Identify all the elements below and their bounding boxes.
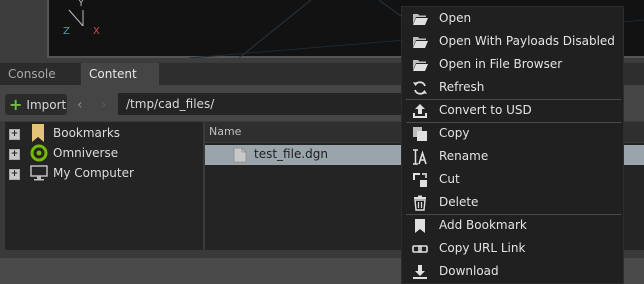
file-icon: [233, 147, 247, 163]
rename-icon: [413, 149, 427, 165]
menu-item-label: Open With Payloads Disabled: [439, 34, 615, 48]
menu-item-refresh[interactable]: Refresh: [402, 76, 623, 99]
menu-item-label: Add Bookmark: [439, 218, 527, 232]
tree-item-label: My Computer: [53, 166, 134, 180]
tree-item-label: Bookmarks: [53, 126, 121, 140]
menu-item-label: Download: [439, 264, 499, 278]
column-header-label: Name: [209, 125, 242, 138]
tree-item-label: Omniverse: [53, 146, 119, 160]
cut-icon: [413, 173, 427, 187]
context-menu: Open Open With Payloads Disabled Open in…: [401, 6, 624, 284]
path-input[interactable]: /tmp/cad_files/: [118, 93, 418, 115]
folder-open-icon: [413, 60, 428, 71]
menu-item-convert-to-usd[interactable]: Convert to USD: [402, 99, 623, 122]
tab-content[interactable]: Content: [81, 63, 159, 85]
download-icon: [413, 265, 427, 279]
menu-item-label: Refresh: [439, 80, 485, 94]
menu-item-label: Convert to USD: [439, 103, 532, 117]
file-name: test_file.dgn: [254, 147, 328, 161]
link-icon: [412, 245, 428, 253]
menu-item-add-bookmark[interactable]: Add Bookmark: [402, 214, 623, 237]
import-button[interactable]: + Import: [5, 94, 67, 115]
axis-x-label: X: [93, 26, 100, 37]
axis-y-label: Y: [78, 0, 85, 9]
menu-item-label: Copy: [439, 126, 470, 140]
plus-icon: +: [9, 94, 23, 114]
omniverse-icon: [30, 144, 48, 162]
menu-item-open-in-file-browser[interactable]: Open in File Browser: [402, 53, 623, 76]
expand-icon[interactable]: +: [9, 149, 20, 160]
tab-console[interactable]: Console: [0, 63, 80, 85]
copy-icon: [413, 127, 427, 141]
refresh-icon: [413, 81, 427, 95]
expand-icon[interactable]: +: [9, 169, 20, 180]
upload-icon: [413, 104, 427, 118]
bookmark-icon: [32, 124, 44, 142]
folder-open-icon: [413, 37, 428, 48]
trash-icon: [414, 195, 426, 211]
menu-item-label: Open in File Browser: [439, 57, 563, 71]
menu-item-copy-url-link[interactable]: Copy URL Link: [402, 237, 623, 260]
menu-item-label: Delete: [439, 195, 479, 209]
menu-item-download[interactable]: Download: [402, 260, 623, 283]
menu-item-label: Open: [439, 11, 472, 25]
menu-item-delete[interactable]: Delete: [402, 191, 623, 214]
expand-icon[interactable]: +: [9, 129, 20, 140]
menu-item-label: Copy URL Link: [439, 241, 526, 255]
menu-item-copy[interactable]: Copy: [402, 122, 623, 145]
menu-item-rename[interactable]: Rename: [402, 145, 623, 168]
menu-item-label: Cut: [439, 172, 460, 186]
folder-open-icon: [413, 14, 428, 25]
menu-item-label: Rename: [439, 149, 489, 163]
menu-item-open-payloads-disabled[interactable]: Open With Payloads Disabled: [402, 30, 623, 53]
menu-item-open[interactable]: Open: [402, 7, 623, 30]
chevron-right-icon[interactable]: ›: [101, 97, 107, 113]
bookmark-icon: [415, 219, 425, 233]
location-tree: + Bookmarks + Omniverse + My Computer: [5, 122, 203, 250]
computer-icon: [30, 165, 48, 181]
import-label: Import: [26, 97, 67, 112]
axis-z-label: Z: [63, 26, 70, 37]
menu-item-cut[interactable]: Cut: [402, 168, 623, 191]
chevron-left-icon[interactable]: ‹: [77, 97, 83, 113]
